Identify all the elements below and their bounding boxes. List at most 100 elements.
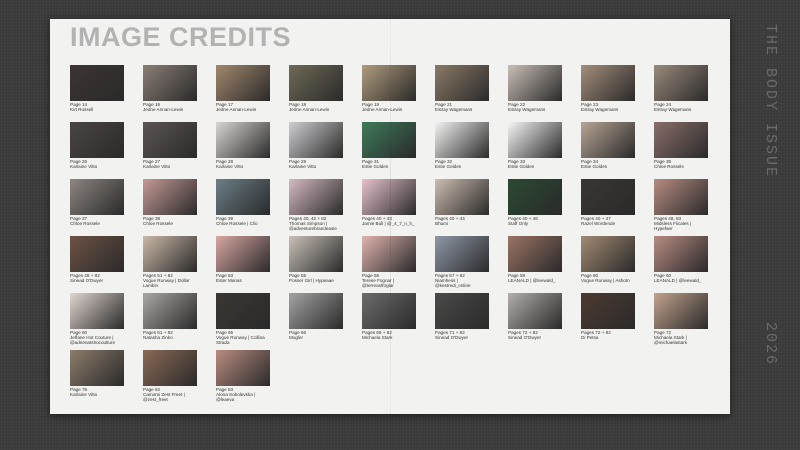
credit-caption: Page 38 Chloe Rossele bbox=[143, 216, 173, 227]
credit-thumbnail bbox=[435, 293, 489, 329]
credit-caption: Pages 71 + 82 Sinead O'Dwyer bbox=[435, 330, 469, 341]
credit-caption: Page 56 Terese Fognar | @terreastfoglar bbox=[362, 273, 395, 289]
credit-thumbnail bbox=[581, 65, 635, 101]
credit-item: Pages 40 + 47 Razel Wordende bbox=[581, 179, 635, 226]
credit-item: Page 31 Estie Golden bbox=[362, 122, 416, 169]
credit-item: Page 26 Karlaine Vitto bbox=[70, 122, 124, 169]
credit-thumbnail bbox=[70, 122, 124, 158]
credit-item: Page 39 Chloe Rossele | Clio bbox=[216, 179, 270, 226]
credit-thumbnail bbox=[289, 293, 343, 329]
credit-caption: Page 18 Jedne Annan-Lewin bbox=[289, 102, 330, 113]
credit-caption: Pages 40 + 47 Razel Wordende bbox=[581, 216, 616, 227]
credit-thumbnail bbox=[289, 179, 343, 215]
credit-thumbnail bbox=[435, 65, 489, 101]
credit-caption: Page 26 Karlaine Vitto bbox=[70, 159, 98, 170]
credit-thumbnail bbox=[70, 179, 124, 215]
credit-item: Page 32 Estie Golden bbox=[435, 122, 489, 169]
credit-caption: Pages 40 + 44 Bhumi bbox=[435, 216, 465, 227]
credit-item: Page 72 Michaela Stark | @michaelastark bbox=[654, 293, 708, 346]
credit-caption: Page 28 Karlaine Vitto bbox=[216, 159, 244, 170]
credit-thumbnail bbox=[143, 179, 197, 215]
credit-item: Pages 51 + 82 Vogue Runway | Dollar Lambi… bbox=[143, 236, 197, 289]
credit-item: Pages 72 + 82 Sinead O'Dwyer bbox=[508, 293, 562, 340]
credit-thumbnail bbox=[435, 236, 489, 272]
credit-thumbnail bbox=[289, 236, 343, 272]
credit-caption: Page 21 Estray Wagemans bbox=[435, 102, 473, 113]
credit-thumbnail bbox=[581, 179, 635, 215]
credit-thumbnail bbox=[362, 65, 416, 101]
credit-item: Page 36 Chloe Rossele bbox=[654, 122, 708, 169]
credit-thumbnail bbox=[70, 350, 124, 386]
credit-caption: Page 60 LEANALD | @leewald_ bbox=[654, 273, 702, 284]
credit-thumbnail bbox=[216, 122, 270, 158]
credit-caption: Pages 40 + 46 Staff Only bbox=[508, 216, 538, 227]
credit-item: Pages 72 + 82 Di Petsa bbox=[581, 293, 635, 340]
credit-caption: Page 53 Ester Manas bbox=[216, 273, 242, 284]
credit-item: Pages 61 + 82 Natasha Zinko bbox=[143, 293, 197, 340]
credit-thumbnail bbox=[362, 293, 416, 329]
credit-caption: Page 24 Estray Wagemans bbox=[654, 102, 692, 113]
credit-item: Pages 40, 42 + 82 Thomas Simpson | @adven… bbox=[289, 179, 343, 232]
credit-caption: Pages 72 + 82 Sinead O'Dwyer bbox=[508, 330, 542, 341]
credit-caption: Page 37 Chloe Rossele bbox=[70, 216, 100, 227]
credit-caption: Page 33 Estie Golden bbox=[508, 159, 535, 170]
page-title: IMAGE CREDITS bbox=[70, 22, 292, 52]
credit-item: Page 56 Terese Fognar | @terreastfoglar bbox=[362, 236, 416, 289]
credit-caption: Page 83 Alona Sobolevska | @leaeva bbox=[216, 387, 256, 403]
credit-caption: Page 72 Michaela Stark | @michaelastark bbox=[654, 330, 688, 346]
credit-thumbnail bbox=[70, 236, 124, 272]
credit-item: Pages 57 + 82 Niamhess | @kestredi_online bbox=[435, 236, 489, 289]
credit-item: Page 83 Alona Sobolevska | @leaeva bbox=[216, 350, 270, 403]
credit-thumbnail bbox=[362, 179, 416, 215]
credit-item: Page 24 Estray Wagemans bbox=[654, 65, 708, 112]
credit-caption: Page 55 Posser Girl | Hypeaae bbox=[289, 273, 334, 284]
credit-item: Page 22 Estray Wagemans bbox=[508, 65, 562, 112]
credit-caption: Page 82 Camomi Zest Freet | @zest_freet bbox=[143, 387, 185, 403]
credit-thumbnail bbox=[362, 236, 416, 272]
credit-caption: Pages 51 + 82 Vogue Runway | Dollar Lambi… bbox=[143, 273, 190, 289]
credit-thumbnail bbox=[508, 179, 562, 215]
credit-item: Pages 40 + 43 Jamie Bull | @_4_7_n_h_ bbox=[362, 179, 416, 226]
credit-item: Page 60 Jeffane Hot Couture | @adnenatsho… bbox=[70, 293, 124, 346]
credit-caption: Page 36 Chloe Rossele bbox=[654, 159, 684, 170]
credit-thumbnail bbox=[70, 65, 124, 101]
credit-thumbnail bbox=[216, 65, 270, 101]
credit-caption: Page 31 Estie Golden bbox=[362, 159, 389, 170]
credit-caption: Pages 40 + 43 Jamie Bull | @_4_7_n_h_ bbox=[362, 216, 415, 227]
credit-thumbnail bbox=[581, 236, 635, 272]
credit-item: Page 76 Karlaine Vitto bbox=[70, 350, 124, 397]
credit-item: Page 65 Vogue Runway | Collina Strada bbox=[216, 293, 270, 346]
credit-item: Page 34 Estie Golden bbox=[581, 122, 635, 169]
credit-caption: Page 22 Estray Wagemans bbox=[508, 102, 546, 113]
credit-caption: Page 16 Jedne Annan-Lewin bbox=[143, 102, 184, 113]
credit-thumbnail bbox=[143, 65, 197, 101]
credit-caption: Page 34 Estie Golden bbox=[581, 159, 608, 170]
credit-thumbnail bbox=[70, 293, 124, 329]
credit-thumbnail bbox=[143, 236, 197, 272]
credit-caption: Page 17 Jedne Annan-Lewin bbox=[216, 102, 257, 113]
credit-item: Page 66 Mugler bbox=[289, 293, 343, 340]
credit-item: Page 21 Estray Wagemans bbox=[435, 65, 489, 112]
credit-thumbnail bbox=[143, 350, 197, 386]
credit-item: Pages 48 + 82 Sinead O'Dwyer bbox=[70, 236, 124, 283]
credit-thumbnail bbox=[143, 122, 197, 158]
credit-caption: Page 66 Mugler bbox=[289, 330, 307, 341]
credit-item: Page 18 Jedne Annan-Lewin bbox=[289, 65, 343, 112]
credit-item: Page 53 Ester Manas bbox=[216, 236, 270, 283]
credit-thumbnail bbox=[435, 122, 489, 158]
credit-caption: Pages 40, 42 + 82 Thomas Simpson | @adven… bbox=[289, 216, 337, 232]
credit-caption: Page 19 Jedne Annan-Lewin bbox=[362, 102, 403, 113]
credit-caption: Page 27 Karlaine Vitto bbox=[143, 159, 171, 170]
credit-caption: Page 29 Karlaine Vitto bbox=[289, 159, 317, 170]
credit-thumbnail bbox=[216, 179, 270, 215]
magazine-spread: IMAGE CREDITS Page 14 Kirt Russell Page 16… bbox=[50, 19, 730, 414]
magazine-side-year: 2026 bbox=[762, 322, 779, 367]
credit-caption: Page 76 Karlaine Vitto bbox=[70, 387, 98, 398]
credit-item: Pages 40 + 44 Bhumi bbox=[435, 179, 489, 226]
credit-thumbnail bbox=[654, 122, 708, 158]
credit-caption: Pages 48 + 82 Sinead O'Dwyer bbox=[70, 273, 104, 284]
credit-thumbnail bbox=[435, 179, 489, 215]
credit-item: Page 17 Jedne Annan-Lewin bbox=[216, 65, 270, 112]
credit-thumbnail bbox=[362, 122, 416, 158]
credit-item: Page 16 Jedne Annan-Lewin bbox=[143, 65, 197, 112]
